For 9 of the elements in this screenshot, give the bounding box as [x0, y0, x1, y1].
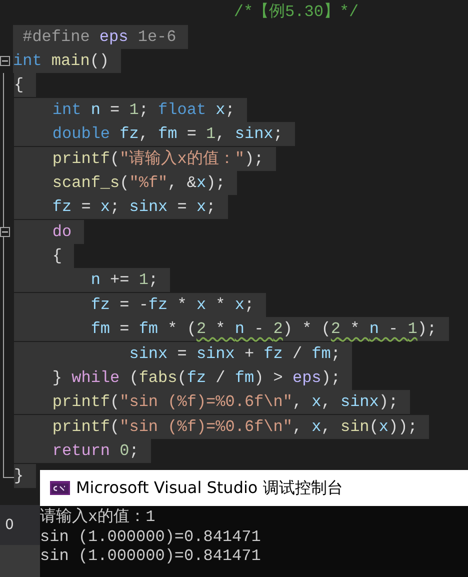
console-output-line: 请输入x的值：1 — [40, 508, 156, 528]
console-output-line: sin (1.000000)=0.841471 — [40, 528, 262, 547]
console-title: Microsoft Visual Studio 调试控制台 — [76, 478, 343, 498]
collapse-icon[interactable] — [0, 226, 10, 237]
panel-value: 0 — [0, 505, 40, 545]
console-icon — [50, 481, 70, 495]
code-line: /*【例5.30】*/ — [232, 2, 360, 24]
console-output-line: sin (1.000000)=0.841471 — [40, 547, 262, 566]
collapse-icon[interactable] — [0, 56, 10, 66]
